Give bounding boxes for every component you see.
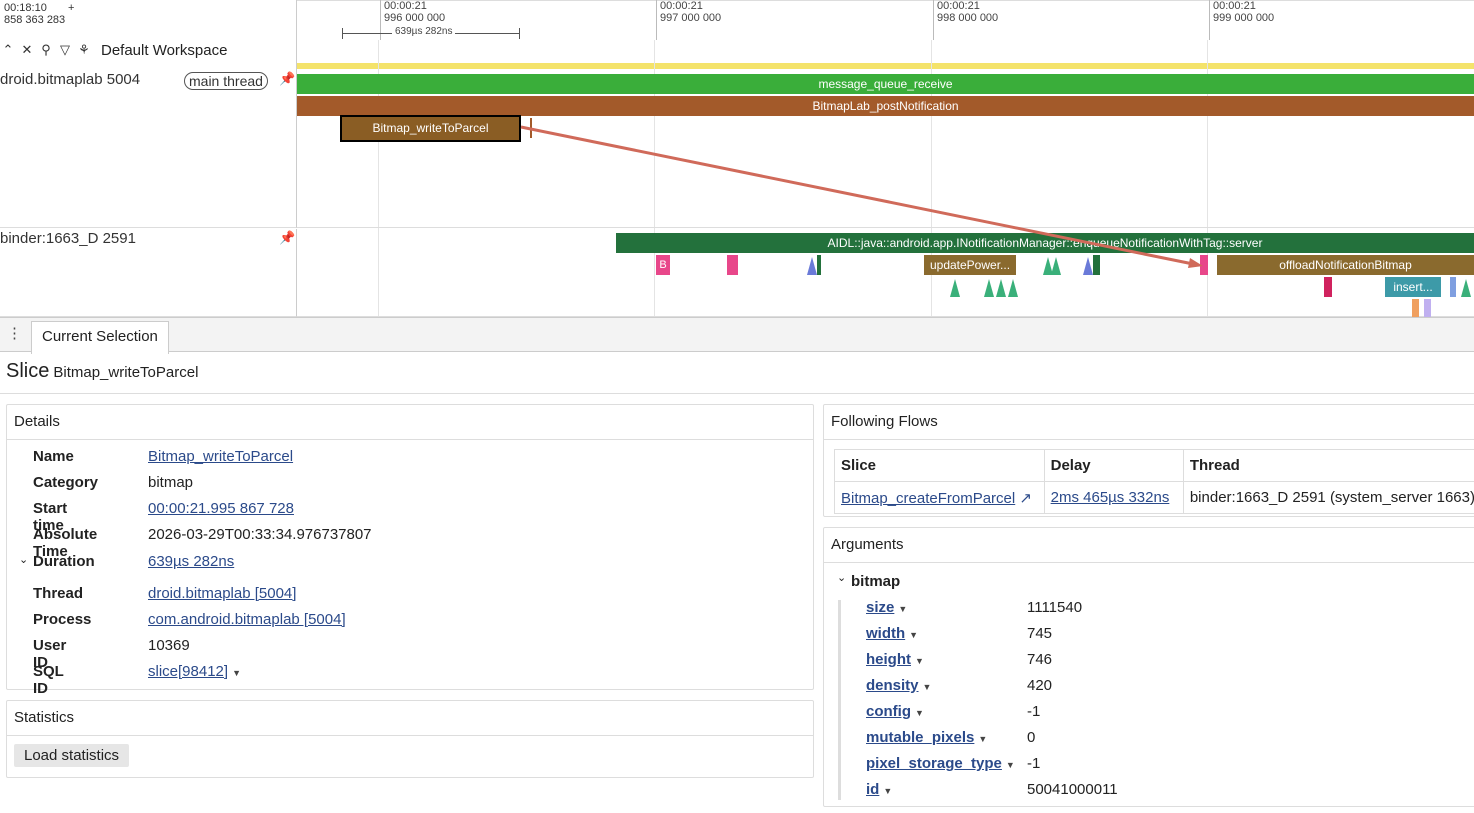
statistics-card: Statistics Load statistics [6,700,814,778]
dropdown-caret-icon[interactable]: ▼ [923,682,932,692]
argument-key[interactable]: size ▼ [866,599,907,616]
argument-value: 50041000011 [1027,781,1118,798]
detail-key: Duration [33,553,95,570]
column-header: Thread [1182,449,1474,482]
selection-name: Bitmap_writeToParcel [53,364,199,381]
detail-thread-link[interactable]: droid.bitmaplab [5004] [148,585,296,602]
detail-key: SQL ID [33,663,64,697]
argument-key[interactable]: height ▼ [866,651,924,668]
detail-key: Process [33,611,92,628]
argument-key[interactable]: config ▼ [866,703,924,720]
detail-duration-link[interactable]: 639µs 282ns [148,553,234,570]
detail-user-id-value: 10369 [148,637,190,654]
tab-current-selection[interactable]: Current Selection [31,321,169,354]
argument-row: mutable_pixels ▼ 0 [824,729,1474,755]
argument-value: -1 [1027,755,1041,772]
detail-name-link[interactable]: Bitmap_writeToParcel [148,448,293,465]
argument-value: -1 [1027,703,1041,720]
argument-value: 745 [1027,625,1053,642]
flow-thread-value: binder:1663_D 2591 (system_server 1663) [1182,481,1474,514]
details-title: Details [7,405,813,440]
external-link-icon[interactable]: ↗ [1019,490,1032,507]
dropdown-caret-icon[interactable]: ▼ [909,630,918,640]
dropdown-caret-icon[interactable]: ▼ [898,604,907,614]
argument-key[interactable]: width ▼ [866,625,918,642]
flow-slice-link[interactable]: Bitmap_createFromParcel [841,490,1015,507]
column-header: Slice [834,449,1045,482]
flow-arrow [520,125,1203,268]
argument-group: bitmap [851,573,901,590]
dropdown-caret-icon[interactable]: ▼ [978,734,987,744]
flow-arrowhead-icon [1188,258,1203,268]
detail-key: Thread [33,585,84,602]
detail-start-time-link[interactable]: 00:00:21.995 867 728 [148,500,294,517]
following-flows-card: Following Flows Slice Delay Thread Bitma… [823,404,1474,517]
detail-absolute-time-value: 2026-03-29T00:33:34.976737807 [148,526,372,543]
detail-process-link[interactable]: com.android.bitmaplab [5004] [148,611,346,628]
argument-value: 1111540 [1027,599,1083,616]
selection-kind: Slice [6,360,50,382]
table-header-row: Slice Delay Thread [834,449,1474,482]
following-flows-title: Following Flows [824,405,1474,440]
column-header: Delay [1043,449,1184,482]
detail-sql-id-link[interactable]: slice[98412] [148,663,228,680]
argument-value: 746 [1027,651,1053,668]
argument-row: size ▼ 1111540 [824,599,1474,625]
arguments-card: Arguments ⌄ bitmap size ▼ 1111540 width ▼ 74… [823,527,1474,807]
argument-value: 0 [1027,729,1036,746]
table-row: Bitmap_createFromParcel ↗ 2ms 465µs 332n… [834,481,1474,514]
argument-key[interactable]: mutable_pixels ▼ [866,729,987,746]
dropdown-caret-icon[interactable]: ▼ [915,708,924,718]
group-collapse-chevron-icon[interactable]: ⌄ [837,571,846,584]
arguments-title: Arguments [824,528,1474,563]
argument-key[interactable]: density ▼ [866,677,931,694]
flow-line [520,125,1199,267]
selection-title: Slice Bitmap_writeToParcel [6,360,198,383]
argument-row: config ▼ -1 [824,703,1474,729]
flows-table: Slice Delay Thread Bitmap_createFromParc… [834,449,1474,514]
load-statistics-button[interactable]: Load statistics [14,744,130,767]
duration-expand-chevron-icon[interactable]: ⌄ [19,553,28,566]
detail-key: Name [33,448,74,465]
argument-row: pixel_storage_type ▼ -1 [824,755,1474,781]
detail-key: Category [33,474,99,491]
argument-row: density ▼ 420 [824,677,1474,703]
argument-row: height ▼ 746 [824,651,1474,677]
argument-row: id ▼ 50041000011 [824,781,1474,807]
argument-value: 420 [1027,677,1053,694]
flow-delay-link[interactable]: 2ms 465µs 332ns [1051,489,1170,506]
detail-category-value: bitmap [148,474,194,491]
dropdown-caret-icon[interactable]: ▼ [1006,760,1015,770]
statistics-title: Statistics [7,701,813,736]
dropdown-caret-icon[interactable]: ▼ [883,786,892,796]
dropdown-caret-icon[interactable]: ▼ [915,656,924,666]
divider [0,393,1474,394]
kebab-menu-icon[interactable]: ⋮ [7,324,22,342]
argument-row: width ▼ 745 [824,625,1474,651]
dropdown-caret-icon[interactable]: ▼ [232,668,241,678]
panel-tab-bar: ⋮ Current Selection [0,317,1474,354]
argument-key[interactable]: id ▼ [866,781,892,798]
details-card: Details Name Bitmap_writeToParcel Catego… [6,404,814,697]
argument-key[interactable]: pixel_storage_type ▼ [866,755,1015,772]
